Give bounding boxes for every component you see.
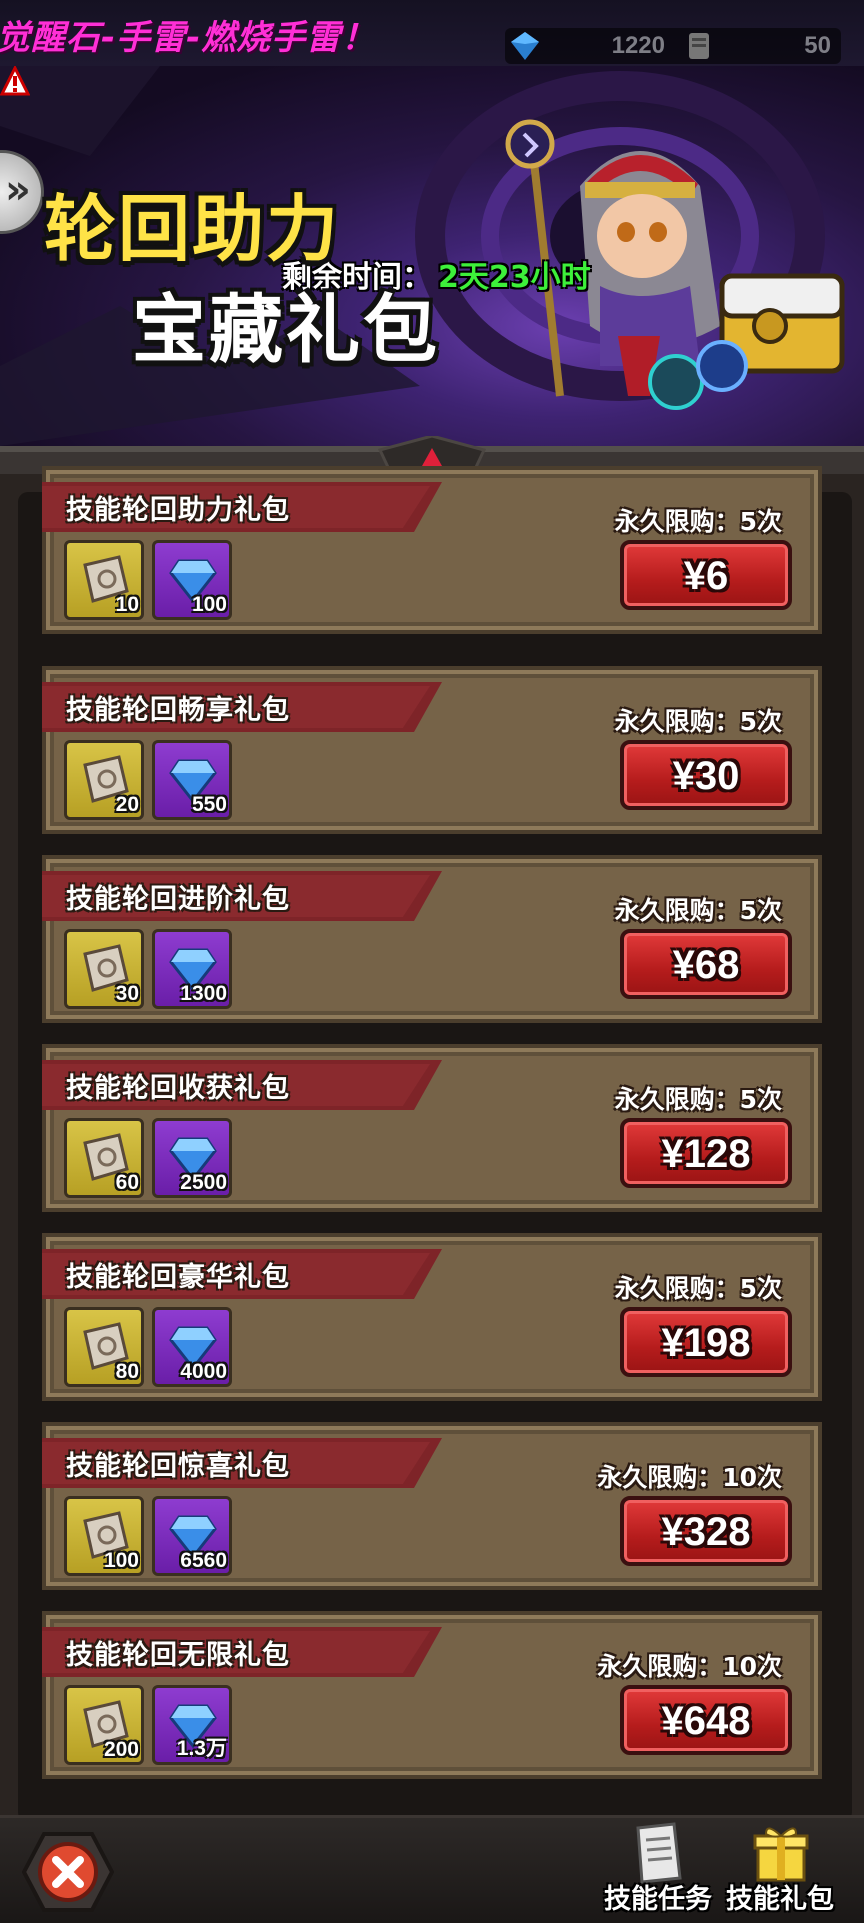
pack-title: 技能轮回无限礼包 (66, 1640, 290, 1671)
buy-button[interactable]: ¥328 (620, 1496, 792, 1566)
document-icon (636, 1822, 682, 1884)
nav-skill-packs[interactable]: 技能礼包 (724, 1822, 836, 1920)
buy-button[interactable]: ¥648 (620, 1685, 792, 1755)
item-gem[interactable]: 550 (152, 740, 232, 820)
item-scroll[interactable]: 30 (64, 929, 144, 1009)
pack-title: 技能轮回惊喜礼包 (66, 1451, 290, 1482)
item-scroll[interactable]: 20 (64, 740, 144, 820)
gem-count: 1220 (611, 32, 665, 59)
price-label: ¥648 (661, 1699, 751, 1743)
item-scroll[interactable]: 10 (64, 540, 144, 620)
item-scroll[interactable]: 200 (64, 1685, 144, 1765)
item-qty: 20 (115, 793, 139, 816)
item-qty: 10 (115, 593, 139, 616)
item-scroll[interactable]: 60 (64, 1118, 144, 1198)
scroll-icon (689, 33, 709, 59)
close-button[interactable] (22, 1830, 114, 1914)
diamond-icon (511, 32, 539, 60)
buy-button[interactable]: ¥128 (620, 1118, 792, 1188)
item-qty: 1.3万 (176, 1737, 227, 1760)
item-qty: 200 (103, 1738, 139, 1761)
pack-card: 技能轮回无限礼包 永久限购：10次 200 1.3万 ¥648 (42, 1611, 822, 1779)
buy-button[interactable]: ¥6 (620, 540, 792, 610)
timer-value: 2天23小时 (438, 260, 591, 295)
price-label: ¥6 (683, 554, 729, 598)
nav-skill-tasks[interactable]: 技能任务 (602, 1822, 714, 1920)
item-scroll[interactable]: 100 (64, 1496, 144, 1576)
item-qty: 2500 (180, 1171, 227, 1194)
price-label: ¥68 (672, 943, 740, 987)
chevron-right-icon: » (5, 167, 31, 213)
item-gem[interactable]: 1.3万 (152, 1685, 232, 1765)
purchase-limit: 永久限购：5次 (614, 707, 782, 736)
price-label: ¥328 (661, 1510, 751, 1554)
event-banner: » 剩余时间： 2天23小时 轮回助力 宝藏礼包 (0, 66, 864, 456)
item-qty: 6560 (180, 1549, 227, 1572)
purchase-limit: 永久限购：5次 (614, 1085, 782, 1114)
purchase-limit: 永久限购：10次 (597, 1463, 782, 1492)
announcement-marquee: 觉醒石-手雷-燃烧手雷！ 1220 50 (0, 0, 864, 66)
price-label: ¥128 (661, 1132, 751, 1176)
banner-title: 轮回助力 (44, 187, 341, 271)
banner-subtitle: 宝藏礼包 (132, 287, 440, 373)
item-gem[interactable]: 2500 (152, 1118, 232, 1198)
nav-skill-tasks-label: 技能任务 (604, 1884, 712, 1915)
item-qty: 100 (191, 593, 227, 616)
pack-card: 技能轮回收获礼包 永久限购：5次 60 2500 ¥128 (42, 1044, 822, 1212)
gift-icon (753, 1827, 809, 1882)
item-scroll[interactable]: 80 (64, 1307, 144, 1387)
item-qty: 4000 (180, 1360, 227, 1383)
item-qty: 80 (115, 1360, 139, 1383)
price-label: ¥30 (672, 754, 740, 798)
item-qty: 60 (115, 1171, 139, 1194)
purchase-limit: 永久限购：5次 (614, 896, 782, 925)
list-top-mask (0, 470, 864, 514)
item-gem[interactable]: 4000 (152, 1307, 232, 1387)
item-qty: 550 (191, 793, 227, 816)
pack-card: 技能轮回进阶礼包 永久限购：5次 30 1300 ¥68 (42, 855, 822, 1023)
scroll-count: 50 (804, 32, 831, 59)
buy-button[interactable]: ¥68 (620, 929, 792, 999)
price-label: ¥198 (661, 1321, 751, 1365)
pack-title: 技能轮回豪华礼包 (66, 1262, 290, 1293)
purchase-limit: 永久限购：5次 (614, 1274, 782, 1303)
pack-title: 技能轮回收获礼包 (66, 1073, 290, 1104)
pack-card: 技能轮回惊喜礼包 永久限购：10次 100 6560 ¥328 (42, 1422, 822, 1590)
item-gem[interactable]: 6560 (152, 1496, 232, 1576)
item-gem[interactable]: 1300 (152, 929, 232, 1009)
item-qty: 1300 (180, 982, 227, 1005)
buy-button[interactable]: ¥30 (620, 740, 792, 810)
nav-skill-packs-label: 技能礼包 (726, 1884, 834, 1915)
purchase-limit: 永久限购：10次 (597, 1652, 782, 1681)
pack-title: 技能轮回进阶礼包 (66, 884, 290, 915)
marquee-text: 觉醒石-手雷-燃烧手雷！ (0, 18, 377, 58)
pack-title: 技能轮回畅享礼包 (66, 695, 290, 726)
currency-bar: 1220 50 (505, 28, 841, 64)
pack-card: 技能轮回豪华礼包 永久限购：5次 80 4000 ¥198 (42, 1233, 822, 1401)
alert-icon (0, 66, 30, 96)
item-gem[interactable]: 100 (152, 540, 232, 620)
buy-button[interactable]: ¥198 (620, 1307, 792, 1377)
pack-card: 技能轮回畅享礼包 永久限购：5次 20 550 ¥30 (42, 666, 822, 834)
item-qty: 100 (103, 1549, 139, 1572)
item-qty: 30 (115, 982, 139, 1005)
